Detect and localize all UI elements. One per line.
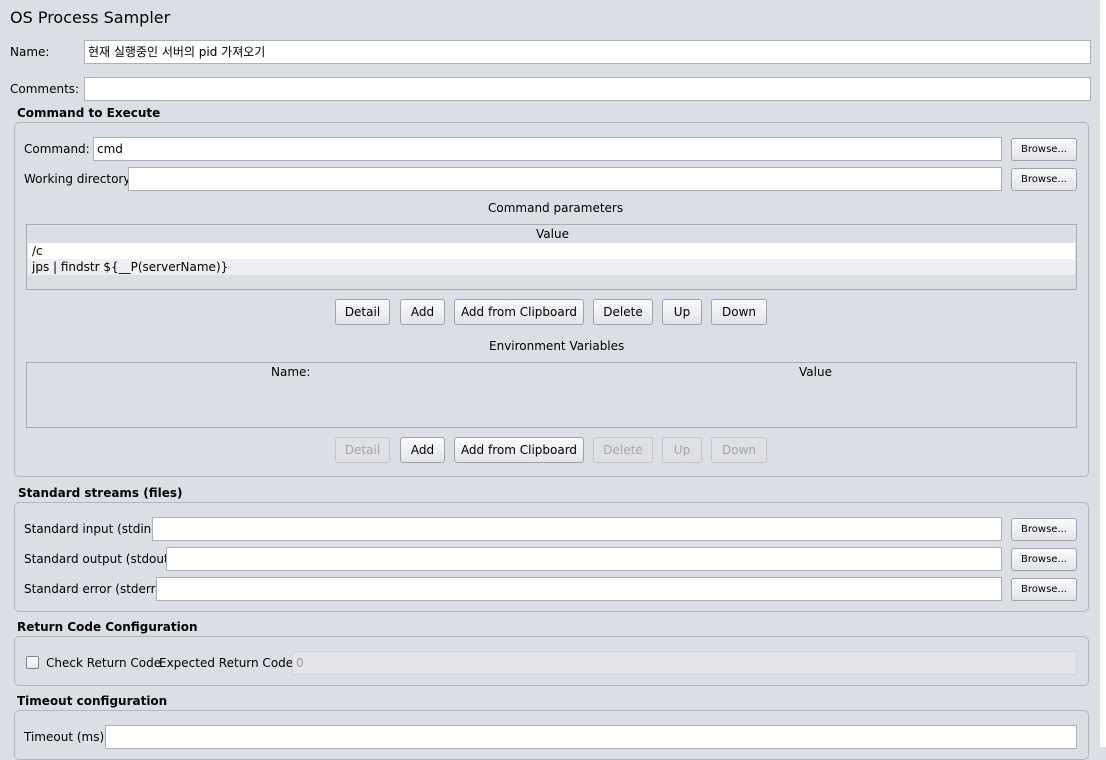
stdout-label: Standard output (stdout):: [24, 552, 178, 566]
table-row[interactable]: jps | findstr ${__P(serverName)}: [28, 259, 1075, 275]
environment-variables-title: Environment Variables: [489, 339, 625, 353]
command-browse-button[interactable]: Browse...: [1011, 138, 1077, 161]
env-value-header: Value: [799, 365, 832, 379]
return-code-section-legend: Return Code Configuration: [17, 620, 198, 634]
page-title: OS Process Sampler: [10, 8, 171, 27]
working-directory-label: Working directory:: [24, 172, 134, 186]
expected-return-code-field[interactable]: 0: [292, 651, 1077, 675]
comments-field[interactable]: [84, 77, 1091, 101]
stdin-field[interactable]: [152, 517, 1002, 541]
name-field[interactable]: 현재 실행중인 서버의 pid 가져오기: [84, 40, 1091, 64]
env-up-button[interactable]: Up: [662, 437, 702, 463]
env-down-button[interactable]: Down: [711, 437, 767, 463]
env-detail-button[interactable]: Detail: [335, 437, 390, 463]
env-name-header: Name:: [271, 365, 311, 379]
params-down-button[interactable]: Down: [711, 299, 767, 325]
stdout-browse-button[interactable]: Browse...: [1011, 548, 1077, 571]
params-add-from-clipboard-button[interactable]: Add from Clipboard: [454, 299, 584, 325]
params-detail-button[interactable]: Detail: [335, 299, 390, 325]
command-parameters-table[interactable]: Value /c jps | findstr ${__P(serverName)…: [26, 224, 1077, 290]
env-add-from-clipboard-button[interactable]: Add from Clipboard: [454, 437, 584, 463]
environment-variables-table[interactable]: Name: Value: [26, 362, 1077, 428]
command-section-legend: Command to Execute: [17, 106, 161, 120]
check-return-code-checkbox[interactable]: [26, 656, 39, 669]
timeout-field[interactable]: [105, 725, 1077, 749]
timeout-label: Timeout (ms): [24, 730, 105, 744]
params-add-button[interactable]: Add: [400, 299, 445, 325]
params-up-button[interactable]: Up: [662, 299, 702, 325]
streams-section-legend: Standard streams (files): [18, 486, 183, 500]
stderr-browse-button[interactable]: Browse...: [1011, 578, 1077, 601]
working-directory-field[interactable]: [128, 167, 1002, 191]
command-label: Command:: [24, 142, 90, 156]
command-parameters-title: Command parameters: [488, 201, 624, 215]
env-delete-button[interactable]: Delete: [593, 437, 653, 463]
stdin-browse-button[interactable]: Browse...: [1011, 518, 1077, 541]
table-row[interactable]: /c: [28, 243, 1075, 259]
comments-label: Comments:: [10, 82, 80, 96]
check-return-code-label: Check Return Code: [46, 656, 162, 670]
stdin-label: Standard input (stdin):: [24, 522, 161, 536]
env-add-button[interactable]: Add: [400, 437, 445, 463]
command-field[interactable]: cmd: [93, 137, 1002, 161]
expected-return-code-label: Expected Return Code:: [159, 656, 298, 670]
working-directory-browse-button[interactable]: Browse...: [1011, 168, 1077, 191]
params-delete-button[interactable]: Delete: [593, 299, 653, 325]
name-label: Name:: [10, 45, 50, 59]
scrollbar-edge: [1100, 0, 1106, 747]
stderr-field[interactable]: [156, 577, 1002, 601]
stdout-field[interactable]: [166, 547, 1002, 571]
stderr-label: Standard error (stderr):: [24, 582, 165, 596]
timeout-section-legend: Timeout configuration: [17, 694, 168, 708]
params-value-header: Value: [536, 227, 569, 241]
